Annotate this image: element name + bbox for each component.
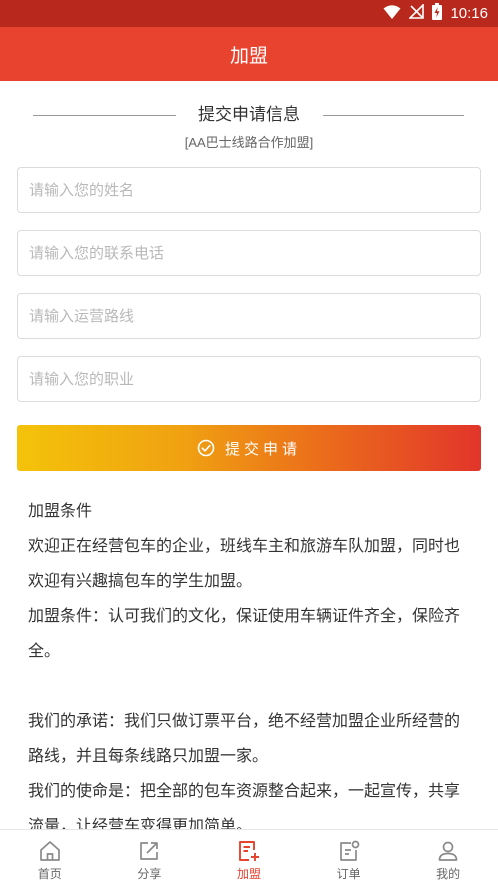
terms-heading: 加盟条件 — [28, 501, 93, 520]
section-header: 提交申请信息 — [0, 101, 498, 129]
tab-label: 加盟 — [236, 867, 261, 881]
terms-paragraph: 加盟条件：认可我们的文化，保证使用车辆证件齐全，保险齐全。 — [28, 606, 461, 660]
terms-paragraph: 欢迎正在经营包车的企业，班线车主和旅游车队加盟，同时也欢迎有兴趣搞包车的学生加盟… — [28, 536, 461, 590]
route-input[interactable] — [17, 293, 481, 339]
join-icon — [236, 838, 262, 864]
section-subtitle: [AA巴士线路合作加盟] — [184, 135, 314, 150]
tab-home[interactable]: 首页 — [0, 830, 100, 885]
status-bar: 10:16 — [0, 0, 498, 27]
occupation-input[interactable] — [17, 356, 481, 402]
submit-application-button[interactable]: 提交申请 — [17, 425, 481, 471]
terms-text: 加盟条件 欢迎正在经营包车的企业，班线车主和旅游车队加盟，同时也欢迎有兴趣搞包车… — [28, 493, 474, 829]
join-form-page[interactable]: 提交申请信息 [AA巴士线路合作加盟] 提交申请 加盟条件 欢迎正在经营包车的企… — [0, 81, 498, 829]
tab-label: 订单 — [336, 867, 361, 881]
wifi-icon — [383, 4, 401, 24]
tab-orders[interactable]: 订单 — [299, 830, 399, 885]
phone-input[interactable] — [17, 230, 481, 276]
terms-blank-line — [28, 668, 474, 703]
page-title: 加盟 — [229, 44, 268, 67]
signal-off-icon — [408, 3, 425, 23]
tab-label: 分享 — [137, 867, 162, 881]
bottom-tab-bar: 首页 分享 加盟 订单 我的 — [0, 829, 498, 885]
share-icon — [136, 838, 162, 864]
order-icon — [336, 838, 362, 864]
home-icon — [37, 838, 63, 864]
submit-label: 提交申请 — [224, 440, 301, 458]
tab-share[interactable]: 分享 — [100, 830, 200, 885]
app-bar: 加盟 — [0, 27, 498, 81]
divider-right — [323, 115, 464, 116]
terms-paragraph: 我们的承诺：我们只做订票平台，绝不经营加盟企业所经营的路线，并且每条线路只加盟一… — [28, 711, 461, 765]
tab-label: 我的 — [436, 867, 461, 881]
terms-paragraph: 我们的使命是：把全部的包车资源整合起来，一起宣传，共享流量，让经营车变得更加简单… — [28, 781, 461, 829]
tab-mine[interactable]: 我的 — [398, 830, 498, 885]
tab-label: 首页 — [37, 867, 62, 881]
user-icon — [435, 838, 461, 864]
check-circle-icon — [197, 439, 215, 457]
tab-join[interactable]: 加盟 — [199, 830, 299, 885]
battery-charging-icon — [432, 3, 443, 24]
clock: 10:16 — [450, 5, 488, 22]
name-input[interactable] — [17, 167, 481, 213]
